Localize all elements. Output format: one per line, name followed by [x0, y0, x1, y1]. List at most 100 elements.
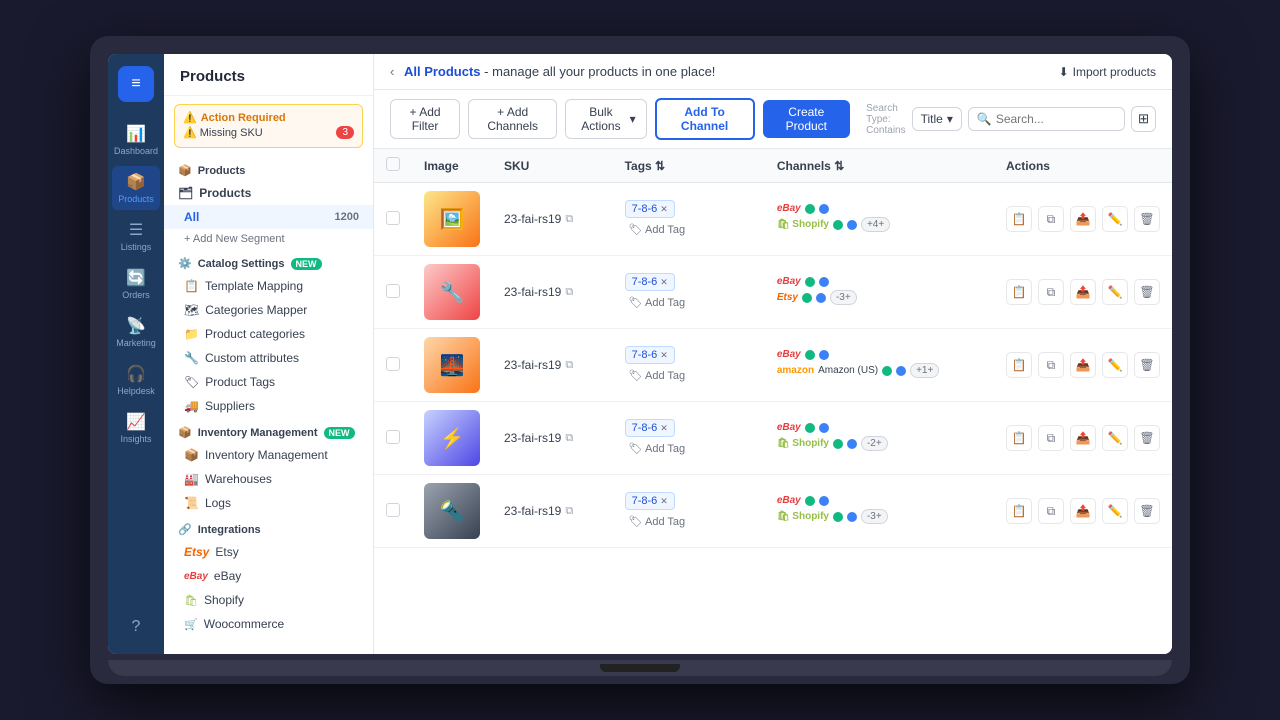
row-4-copy-button[interactable]: ⧉: [1038, 425, 1064, 451]
row-3-add-tag[interactable]: 🏷 Add Tag: [625, 367, 690, 384]
create-product-button[interactable]: Create Product: [763, 100, 851, 138]
segment-all[interactable]: All 1200: [164, 205, 373, 229]
suppliers-icon: 🚚: [184, 399, 199, 413]
logs-item[interactable]: 📜 Logs: [164, 491, 373, 515]
row-2-delete-button[interactable]: 🗑: [1134, 279, 1160, 305]
row-2-sku-copy-icon[interactable]: ⧉: [565, 286, 573, 299]
row-4-tag-remove[interactable]: ✕: [660, 423, 668, 434]
row-5-view-button[interactable]: 📋: [1006, 498, 1032, 524]
row-5-copy-button[interactable]: ⧉: [1038, 498, 1064, 524]
sidebar-item-products[interactable]: 📦 Products: [112, 166, 160, 210]
row-3-ebay-logo: eBay: [777, 349, 801, 360]
row-3-edit-button[interactable]: ✏️: [1102, 352, 1128, 378]
product-tags-item[interactable]: 🏷 Product Tags: [164, 370, 373, 394]
warehouses-item[interactable]: 🏭 Warehouses: [164, 467, 373, 491]
row-4-delete-button[interactable]: 🗑: [1134, 425, 1160, 451]
inventory-management-item[interactable]: 📦 Inventory Management: [164, 443, 373, 467]
ebay-item[interactable]: eBay eBay: [164, 564, 373, 588]
row-4-checkbox[interactable]: [386, 430, 400, 444]
row-4-edit-button[interactable]: ✏️: [1102, 425, 1128, 451]
row-2-checkbox[interactable]: [386, 284, 400, 298]
sidebar-item-helpdesk[interactable]: 🎧 Helpdesk: [112, 358, 160, 402]
row-2-more-channels[interactable]: -3+: [830, 290, 857, 305]
row-5-export-button[interactable]: 📤: [1070, 498, 1096, 524]
categories-mapper-item[interactable]: 🗺 Categories Mapper: [164, 298, 373, 322]
product-categories-item[interactable]: 📁 Product categories: [164, 322, 373, 346]
row-2-export-button[interactable]: 📤: [1070, 279, 1096, 305]
back-arrow[interactable]: ‹: [390, 64, 394, 79]
row-3-view-button[interactable]: 📋: [1006, 352, 1032, 378]
add-to-channel-button[interactable]: Add To Channel: [655, 98, 755, 140]
missing-sku-item[interactable]: ⚠️ Missing SKU 3: [183, 124, 354, 141]
row-1-tag-remove[interactable]: ✕: [660, 204, 668, 215]
row-5-add-tag[interactable]: 🏷 Add Tag: [625, 513, 690, 530]
marketing-label: Marketing: [116, 338, 156, 348]
row-1-copy-button[interactable]: ⧉: [1038, 206, 1064, 232]
import-products-button[interactable]: ⬇ Import products: [1059, 65, 1156, 79]
select-all-checkbox[interactable]: [386, 157, 400, 171]
row-2-add-tag[interactable]: 🏷 Add Tag: [625, 294, 690, 311]
row-3-sku-copy-icon[interactable]: ⧉: [565, 359, 573, 372]
row-5-tags-cell: 7-8-6 ✕ 🏷 Add Tag: [613, 475, 765, 548]
row-4-add-tag[interactable]: 🏷 Add Tag: [625, 440, 690, 457]
inventory-icon: 📦: [178, 426, 192, 439]
row-2-view-button[interactable]: 📋: [1006, 279, 1032, 305]
row-1-delete-button[interactable]: 🗑: [1134, 206, 1160, 232]
tags-filter-icon[interactable]: ⇅: [655, 159, 665, 173]
sidebar-item-marketing[interactable]: 📡 Marketing: [112, 310, 160, 354]
row-4-more-channels[interactable]: -2+: [861, 436, 888, 451]
add-segment-btn[interactable]: + Add New Segment: [164, 229, 373, 249]
row-1-export-button[interactable]: 📤: [1070, 206, 1096, 232]
row-1-more-channels[interactable]: +4+: [861, 217, 890, 232]
row-3-image: 🌉: [424, 337, 480, 393]
grid-view-button[interactable]: ⊞: [1131, 106, 1156, 132]
custom-attributes-item[interactable]: 🔧 Custom attributes: [164, 346, 373, 370]
products-main-item[interactable]: 🗂 Products: [164, 181, 373, 205]
shopify-item[interactable]: 🛍 Shopify: [164, 588, 373, 612]
row-2-copy-button[interactable]: ⧉: [1038, 279, 1064, 305]
row-2-edit-button[interactable]: ✏️: [1102, 279, 1128, 305]
add-channels-button[interactable]: + Add Channels: [468, 99, 557, 139]
row-1-add-tag[interactable]: 🏷 Add Tag: [625, 221, 690, 238]
sidebar-item-insights[interactable]: 📈 Insights: [112, 406, 160, 450]
row-3-tag-remove[interactable]: ✕: [660, 350, 668, 361]
row-3-more-channels[interactable]: +1+: [910, 363, 939, 378]
sidebar-item-listings[interactable]: ☰ Listings: [112, 214, 160, 258]
row-3-copy-button[interactable]: ⧉: [1038, 352, 1064, 378]
table-row: 🌉 23-fai-rs19 ⧉ 7-8-6 ✕: [374, 329, 1172, 402]
app-logo[interactable]: ≡: [118, 66, 154, 102]
template-mapping-item[interactable]: 📋 Template Mapping: [164, 274, 373, 298]
help-button[interactable]: ?: [112, 612, 160, 642]
row-4-view-button[interactable]: 📋: [1006, 425, 1032, 451]
row-5-sku-copy-icon[interactable]: ⧉: [565, 505, 573, 518]
row-5-delete-button[interactable]: 🗑: [1134, 498, 1160, 524]
row-1-checkbox[interactable]: [386, 211, 400, 225]
sidebar-item-orders[interactable]: 🔄 Orders: [112, 262, 160, 306]
add-filter-button[interactable]: + Add Filter: [390, 99, 460, 139]
row-1-image: 🖼️: [424, 191, 480, 247]
sidebar-item-dashboard[interactable]: 📊 Dashboard: [112, 118, 160, 162]
etsy-item[interactable]: Etsy Etsy: [164, 540, 373, 564]
title-select[interactable]: Title ▾: [912, 107, 962, 131]
suppliers-item[interactable]: 🚚 Suppliers: [164, 394, 373, 418]
row-5-more-channels[interactable]: -3+: [861, 509, 888, 524]
row-3-checkbox[interactable]: [386, 357, 400, 371]
row-2-tag-remove[interactable]: ✕: [660, 277, 668, 288]
shopify-icon: 🛍: [184, 594, 198, 607]
row-1-sku-copy-icon[interactable]: ⧉: [565, 213, 573, 226]
row-5-tag-remove[interactable]: ✕: [660, 496, 668, 507]
missing-sku-count: 3: [336, 126, 354, 139]
woocommerce-item[interactable]: 🛒 Woocommerce: [164, 612, 373, 636]
row-3-export-button[interactable]: 📤: [1070, 352, 1096, 378]
search-input[interactable]: [996, 112, 1116, 126]
row-4-sku-copy-icon[interactable]: ⧉: [565, 432, 573, 445]
row-5-edit-button[interactable]: ✏️: [1102, 498, 1128, 524]
row-4-export-button[interactable]: 📤: [1070, 425, 1096, 451]
row-3-delete-button[interactable]: 🗑: [1134, 352, 1160, 378]
bulk-actions-button[interactable]: Bulk Actions ▾: [565, 99, 646, 139]
channels-filter-icon[interactable]: ⇅: [834, 159, 844, 173]
row-1-edit-button[interactable]: ✏️: [1102, 206, 1128, 232]
row-5-checkbox[interactable]: [386, 503, 400, 517]
row-1-view-button[interactable]: 📋: [1006, 206, 1032, 232]
row-5-shopify-logo: 🛍 Shopify: [777, 511, 829, 522]
